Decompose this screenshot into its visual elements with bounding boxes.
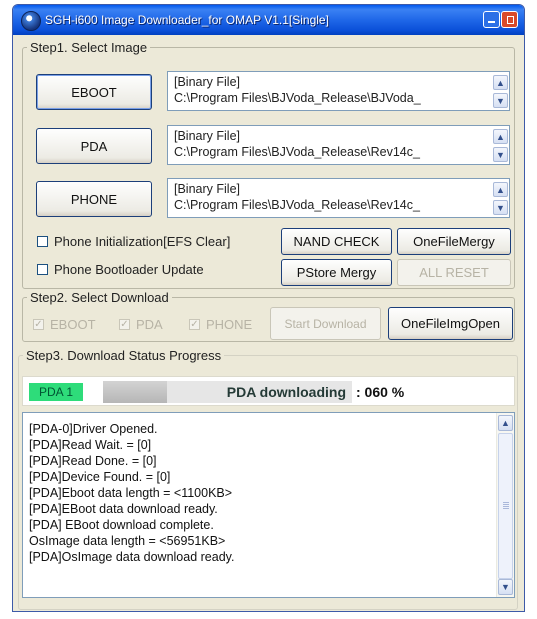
spin-up-icon[interactable]: ▲ (493, 182, 508, 197)
step3-legend: Step3. Download Status Progress (26, 348, 222, 363)
scroll-down-icon[interactable]: ▼ (498, 579, 513, 595)
onefile-img-open-button[interactable]: OneFileImgOpen (388, 307, 513, 340)
spin-up-icon[interactable]: ▲ (493, 129, 508, 144)
pda-download-checkbox[interactable]: ✓ PDA (119, 317, 163, 332)
pda-file-path: C:\Program Files\BJVoda_Release\Rev14c_ (174, 145, 420, 159)
title-bar[interactable]: SGH-i600 Image Downloader_for OMAP V1.1[… (13, 5, 524, 35)
log-line: [PDA-0]Driver Opened. (29, 422, 158, 436)
app-window: SGH-i600 Image Downloader_for OMAP V1.1[… (12, 4, 525, 612)
phone-download-checkbox[interactable]: ✓ PHONE (189, 317, 252, 332)
log-output[interactable]: [PDA-0]Driver Opened. [PDA]Read Wait. = … (22, 412, 515, 598)
phone-download-label: PHONE (206, 317, 253, 332)
spin-down-icon[interactable]: ▼ (493, 200, 508, 215)
eboot-button[interactable]: EBOOT (36, 74, 152, 110)
checkbox-box[interactable] (37, 236, 48, 247)
minimize-icon[interactable] (483, 11, 500, 28)
progress-status-text: PDA downloading (226, 384, 346, 400)
log-scrollbar[interactable]: ▲ ▼ (496, 413, 514, 597)
log-line: [PDA]Eboot data length = <1100KB> (29, 486, 233, 500)
log-line: [PDA]Read Wait. = [0] (29, 438, 152, 452)
phone-bootloader-checkbox[interactable]: Phone Bootloader Update (37, 262, 204, 277)
log-lines: [PDA-0]Driver Opened. [PDA]Read Wait. = … (29, 421, 234, 565)
checkmark-icon[interactable]: ✓ (33, 319, 44, 330)
checkmark-icon[interactable]: ✓ (189, 319, 200, 330)
log-line: [PDA] EBoot download complete. (29, 518, 214, 532)
checkmark-icon[interactable]: ✓ (119, 319, 130, 330)
all-reset-button[interactable]: ALL RESET (397, 259, 511, 286)
phone-init-checkbox[interactable]: Phone Initialization[EFS Clear] (37, 234, 230, 249)
spin-down-icon[interactable]: ▼ (493, 147, 508, 162)
eboot-file-type: [Binary File] (174, 75, 240, 89)
step2-legend: Step2. Select Download (30, 290, 169, 305)
pda-slot-badge: PDA 1 (29, 383, 83, 401)
step1-legend: Step1. Select Image (30, 40, 148, 55)
nand-check-button[interactable]: NAND CHECK (281, 228, 392, 255)
status-bar: PDA 1 PDA downloading : 060 % (22, 376, 515, 406)
phone-file-path: C:\Program Files\BJVoda_Release\Rev14c_ (174, 198, 420, 212)
spin-up-icon[interactable]: ▲ (493, 75, 508, 90)
phone-bootloader-label: Phone Bootloader Update (54, 262, 204, 277)
close-icon[interactable] (501, 11, 518, 28)
eboot-download-checkbox[interactable]: ✓ EBOOT (33, 317, 96, 332)
log-line: OsImage data length = <56951KB> (29, 534, 226, 548)
checkbox-box[interactable] (37, 264, 48, 275)
onefile-mergy-button[interactable]: OneFileMergy (397, 228, 511, 255)
log-line: [PDA]Device Found. = [0] (29, 470, 171, 484)
phone-file-field[interactable]: [Binary File] C:\Program Files\BJVoda_Re… (167, 178, 510, 218)
eboot-file-path: C:\Program Files\BJVoda_Release\BJVoda_ (174, 91, 421, 105)
pda-button[interactable]: PDA (36, 128, 152, 164)
spin-down-icon[interactable]: ▼ (493, 93, 508, 108)
scroll-up-icon[interactable]: ▲ (498, 415, 513, 431)
log-line: [PDA]OsImage data download ready. (29, 550, 235, 564)
scroll-thumb[interactable] (498, 433, 513, 579)
phone-file-type: [Binary File] (174, 182, 240, 196)
log-line: [PDA]Read Done. = [0] (29, 454, 157, 468)
pda-file-field[interactable]: [Binary File] C:\Program Files\BJVoda_Re… (167, 125, 510, 165)
start-download-button[interactable]: Start Download (270, 307, 381, 340)
eboot-download-label: EBOOT (50, 317, 96, 332)
download-progress-bar: PDA downloading (103, 381, 352, 403)
progress-percent-text: : 060 % (356, 384, 405, 400)
pda-file-type: [Binary File] (174, 129, 240, 143)
phone-button[interactable]: PHONE (36, 181, 152, 217)
log-line: [PDA]EBoot data download ready. (29, 502, 218, 516)
phone-init-label: Phone Initialization[EFS Clear] (54, 234, 231, 249)
eboot-file-field[interactable]: [Binary File] C:\Program Files\BJVoda_Re… (167, 71, 510, 111)
pda-download-label: PDA (136, 317, 163, 332)
pstore-mergy-button[interactable]: PStore Mergy (281, 259, 392, 286)
window-title: SGH-i600 Image Downloader_for OMAP V1.1[… (45, 13, 329, 27)
app-logo-icon (21, 11, 41, 31)
